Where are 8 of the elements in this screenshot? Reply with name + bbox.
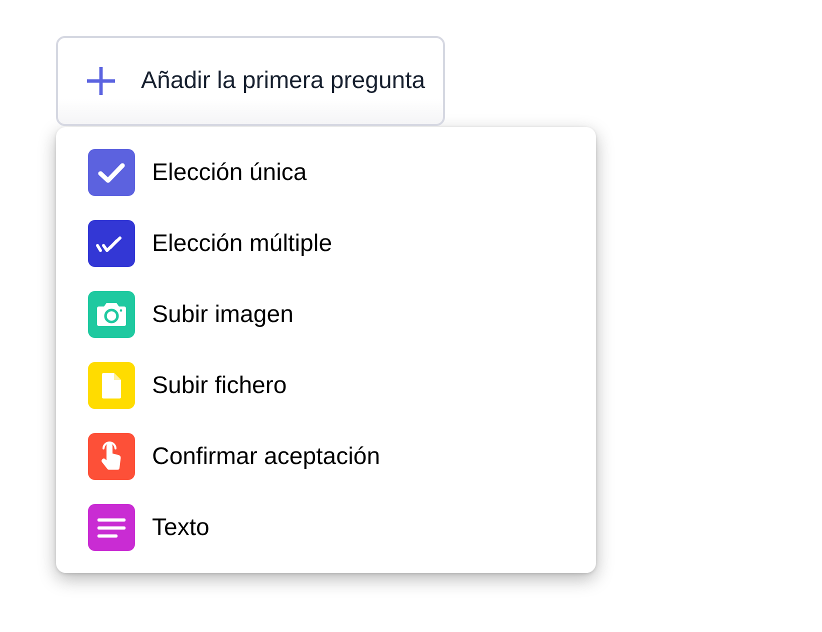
menu-item[interactable]: Elección múltiple bbox=[88, 220, 564, 267]
menu-item[interactable]: Subir imagen bbox=[88, 291, 564, 338]
menu-item[interactable]: Elección única bbox=[88, 149, 564, 196]
add-question-button[interactable]: Añadir la primera pregunta bbox=[56, 36, 446, 126]
menu-item[interactable]: Subir fichero bbox=[88, 362, 564, 409]
plus-icon bbox=[86, 66, 116, 96]
menu-item[interactable]: Confirmar aceptación bbox=[88, 433, 564, 480]
menu-item[interactable]: Texto bbox=[88, 504, 564, 551]
